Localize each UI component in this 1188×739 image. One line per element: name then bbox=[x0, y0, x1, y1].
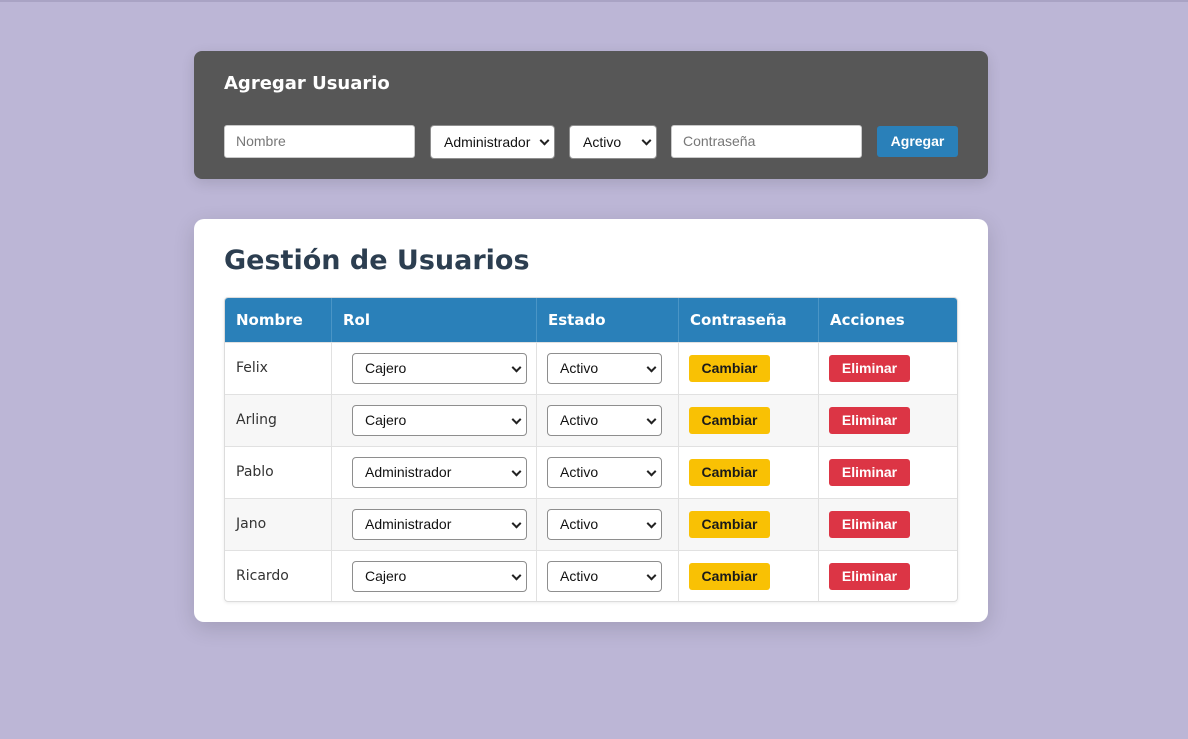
chevron-down-icon bbox=[539, 135, 550, 146]
cell-status: Activo bbox=[537, 551, 679, 601]
change-password-button[interactable]: Cambiar bbox=[689, 407, 770, 434]
role-select[interactable]: Administrador bbox=[352, 509, 527, 540]
users-table: Nombre Rol Estado Contraseña Acciones Fe… bbox=[224, 297, 958, 602]
role-select[interactable]: Cajero bbox=[352, 561, 527, 592]
cell-password: Cambiar bbox=[679, 395, 819, 447]
cell-actions: Eliminar bbox=[819, 551, 957, 601]
status-select[interactable]: Activo bbox=[547, 353, 662, 384]
cell-password: Cambiar bbox=[679, 499, 819, 551]
status-select-value: Activo bbox=[560, 464, 599, 480]
delete-user-button[interactable]: Eliminar bbox=[829, 459, 910, 486]
name-input[interactable]: Nombre bbox=[224, 125, 415, 158]
chevron-down-icon bbox=[646, 466, 657, 477]
users-card: Gestión de Usuarios Nombre Rol Estado Co… bbox=[194, 219, 988, 622]
column-header-password: Contraseña bbox=[679, 298, 819, 342]
delete-user-button[interactable]: Eliminar bbox=[829, 407, 910, 434]
table-row: Arling Cajero Activo Cambiar Eliminar bbox=[225, 394, 957, 447]
cell-role: Cajero bbox=[332, 551, 537, 601]
chevron-down-icon bbox=[511, 466, 522, 477]
status-select-value: Activo bbox=[560, 412, 599, 428]
cell-status: Activo bbox=[537, 447, 679, 499]
column-header-status: Estado bbox=[537, 298, 679, 342]
cell-role: Cajero bbox=[332, 343, 537, 395]
cell-actions: Eliminar bbox=[819, 499, 957, 551]
status-select-value: Activo bbox=[560, 516, 599, 532]
page-title: Gestión de Usuarios bbox=[224, 245, 530, 276]
user-name: Arling bbox=[236, 412, 277, 428]
cell-name: Felix bbox=[225, 343, 332, 395]
chevron-down-icon bbox=[646, 362, 657, 373]
cell-role: Cajero bbox=[332, 395, 537, 447]
add-user-panel: Agregar Usuario Nombre Administrador Act… bbox=[194, 51, 988, 179]
table-row: Pablo Administrador Activo Cambiar Eliminar bbox=[225, 446, 957, 499]
column-header-role: Rol bbox=[332, 298, 537, 342]
cell-status: Activo bbox=[537, 395, 679, 447]
chevron-down-icon bbox=[641, 135, 652, 146]
cell-name: Arling bbox=[225, 395, 332, 447]
cell-role: Administrador bbox=[332, 499, 537, 551]
cell-name: Jano bbox=[225, 499, 332, 551]
user-name: Ricardo bbox=[236, 568, 289, 584]
status-select[interactable]: Activo bbox=[569, 125, 657, 159]
role-select-value: Cajero bbox=[365, 360, 407, 376]
role-select-value: Administrador bbox=[365, 516, 452, 532]
cell-actions: Eliminar bbox=[819, 447, 957, 499]
table-row: Jano Administrador Activo Cambiar Eliminar bbox=[225, 498, 957, 551]
column-header-name: Nombre bbox=[225, 298, 332, 342]
password-input[interactable]: Contraseña bbox=[671, 125, 862, 158]
status-select-value: Activo bbox=[583, 134, 622, 150]
cell-actions: Eliminar bbox=[819, 343, 957, 395]
role-select-value: Cajero bbox=[365, 568, 407, 584]
change-password-button[interactable]: Cambiar bbox=[689, 511, 770, 538]
role-select[interactable]: Cajero bbox=[352, 405, 527, 436]
user-name: Jano bbox=[236, 516, 267, 532]
cell-password: Cambiar bbox=[679, 343, 819, 395]
cell-name: Ricardo bbox=[225, 551, 332, 601]
cell-name: Pablo bbox=[225, 447, 332, 499]
cell-status: Activo bbox=[537, 499, 679, 551]
chevron-down-icon bbox=[511, 570, 522, 581]
chevron-down-icon bbox=[511, 414, 522, 425]
cell-status: Activo bbox=[537, 343, 679, 395]
status-select[interactable]: Activo bbox=[547, 509, 662, 540]
delete-user-button[interactable]: Eliminar bbox=[829, 563, 910, 590]
change-password-button[interactable]: Cambiar bbox=[689, 563, 770, 590]
table-row: Ricardo Cajero Activo Cambiar Eliminar bbox=[225, 550, 957, 601]
change-password-button[interactable]: Cambiar bbox=[689, 355, 770, 382]
cell-password: Cambiar bbox=[679, 447, 819, 499]
role-select-value: Administrador bbox=[444, 134, 531, 150]
chevron-down-icon bbox=[646, 570, 657, 581]
change-password-button[interactable]: Cambiar bbox=[689, 459, 770, 486]
user-name: Felix bbox=[236, 360, 268, 376]
chevron-down-icon bbox=[511, 518, 522, 529]
table-header: Nombre Rol Estado Contraseña Acciones bbox=[225, 298, 957, 342]
user-name: Pablo bbox=[236, 464, 274, 480]
status-select-value: Activo bbox=[560, 360, 599, 376]
chevron-down-icon bbox=[646, 414, 657, 425]
role-select[interactable]: Cajero bbox=[352, 353, 527, 384]
cell-password: Cambiar bbox=[679, 551, 819, 601]
role-select[interactable]: Administrador bbox=[352, 457, 527, 488]
cell-role: Administrador bbox=[332, 447, 537, 499]
status-select[interactable]: Activo bbox=[547, 405, 662, 436]
window-top-border bbox=[0, 0, 1188, 2]
add-user-title: Agregar Usuario bbox=[224, 73, 390, 94]
table-row: Felix Cajero Activo Cambiar Eliminar bbox=[225, 342, 957, 395]
chevron-down-icon bbox=[646, 518, 657, 529]
role-select[interactable]: Administrador bbox=[430, 125, 555, 159]
column-header-actions: Acciones bbox=[830, 311, 905, 329]
delete-user-button[interactable]: Eliminar bbox=[829, 511, 910, 538]
delete-user-button[interactable]: Eliminar bbox=[829, 355, 910, 382]
role-select-value: Cajero bbox=[365, 412, 407, 428]
cell-actions: Eliminar bbox=[819, 395, 957, 447]
chevron-down-icon bbox=[511, 362, 522, 373]
status-select-value: Activo bbox=[560, 568, 599, 584]
status-select[interactable]: Activo bbox=[547, 561, 662, 592]
status-select[interactable]: Activo bbox=[547, 457, 662, 488]
role-select-value: Administrador bbox=[365, 464, 452, 480]
add-user-button[interactable]: Agregar bbox=[877, 126, 958, 157]
